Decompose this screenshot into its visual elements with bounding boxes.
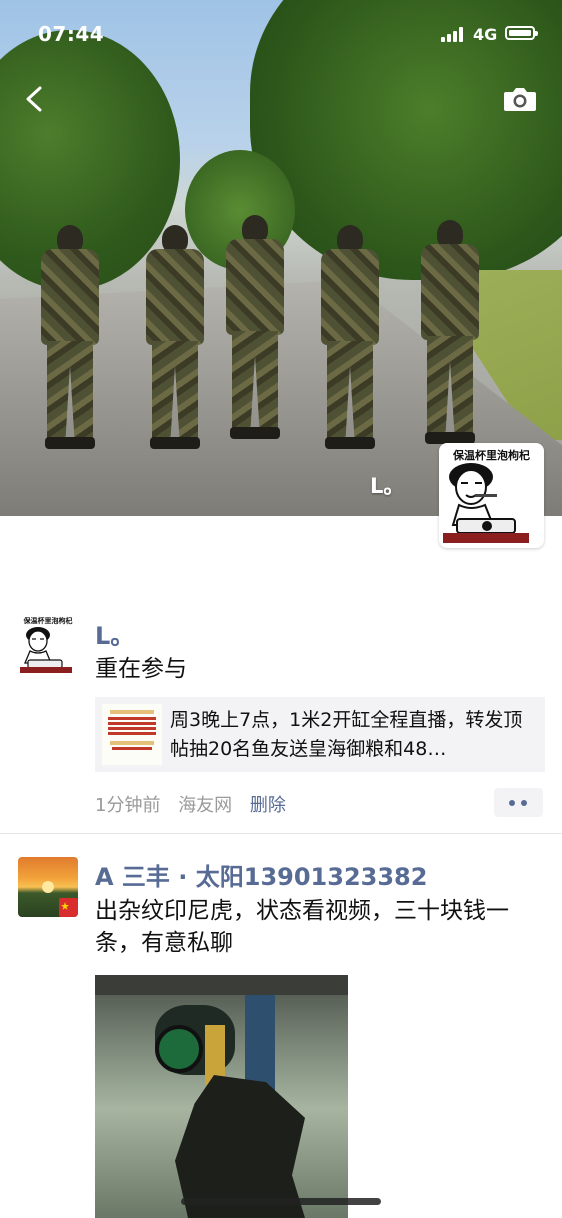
- post-text: 出杂纹印尼虎，状态看视频，三十块钱一条，有意私聊: [95, 898, 509, 956]
- post-author[interactable]: L。: [95, 616, 134, 651]
- status-bar: 07:44 4G: [0, 0, 562, 70]
- profile-name[interactable]: L。: [370, 470, 404, 500]
- soldier: [220, 215, 290, 445]
- post-author[interactable]: A 三丰 · 太阳13901323382: [95, 857, 427, 892]
- post-source[interactable]: 海友网: [178, 795, 232, 816]
- back-arrow-icon[interactable]: [22, 84, 48, 114]
- post-time: 1分钟前: [95, 795, 161, 816]
- soldier: [415, 220, 485, 450]
- battery-icon: [505, 26, 538, 40]
- home-indicator[interactable]: [181, 1198, 381, 1205]
- sun-icon: [42, 881, 54, 893]
- flag-icon: [59, 898, 78, 917]
- soldier: [140, 225, 210, 455]
- dot-icon: [521, 800, 527, 806]
- shared-link-card[interactable]: 周3晚上7点，1米2开缸全程直播，转发顶帖抽20名鱼友送皇海御粮和48…: [95, 697, 545, 772]
- meme-face-icon: [443, 463, 529, 543]
- profile-avatar[interactable]: 保温杯里泡枸杞: [439, 443, 544, 548]
- signal-icon: [441, 27, 467, 42]
- cover-photo[interactable]: [0, 0, 562, 516]
- camera-icon[interactable]: [503, 85, 537, 113]
- meme-face-icon: [20, 627, 72, 673]
- post-avatar[interactable]: [18, 857, 78, 917]
- divider: [0, 833, 562, 834]
- status-time: 07:44: [38, 22, 105, 46]
- shared-link-thumbnail: [102, 704, 162, 765]
- shared-link-title: 周3晚上7点，1米2开缸全程直播，转发顶帖抽20名鱼友送皇海御粮和48…: [170, 709, 523, 760]
- post-photo[interactable]: [95, 975, 348, 1218]
- post-meta: 1分钟前 海友网 删除: [95, 791, 298, 817]
- delete-link[interactable]: 删除: [250, 795, 286, 816]
- dot-icon: [509, 800, 515, 806]
- network-type: 4G: [473, 25, 498, 44]
- soldier: [35, 225, 105, 455]
- post-avatar[interactable]: 保温杯里泡枸杞: [18, 615, 78, 675]
- soldier: [315, 225, 385, 455]
- more-options-button[interactable]: [494, 788, 543, 817]
- post-text: 重在参与: [95, 656, 187, 682]
